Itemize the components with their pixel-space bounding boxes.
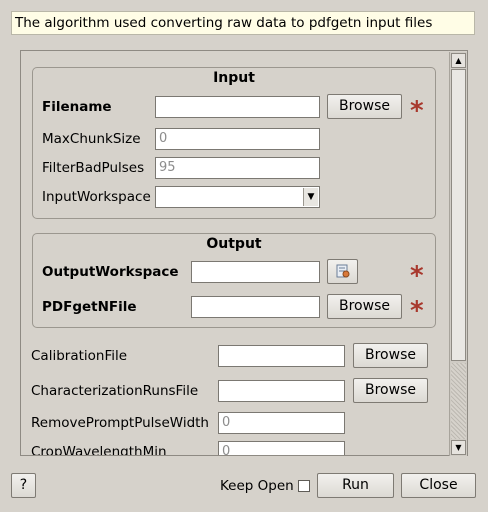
filterbadpulses-input[interactable]: 95 — [155, 157, 320, 179]
arrow-down-icon[interactable]: ▼ — [451, 440, 466, 455]
filterbadpulses-label: FilterBadPulses — [42, 160, 145, 176]
maxchunksize-input[interactable]: 0 — [155, 128, 320, 150]
cropwavelengthmin-input[interactable]: 0 — [218, 441, 345, 455]
filename-input[interactable] — [155, 96, 320, 118]
workspace-icon — [336, 264, 349, 278]
inputworkspace-label: InputWorkspace — [42, 189, 151, 205]
input-group: Input Filename Browse * MaxChunkSize 0 F… — [32, 67, 436, 219]
calibrationfile-browse-button[interactable]: Browse — [353, 343, 428, 368]
filename-browse-button[interactable]: Browse — [327, 94, 402, 119]
characterizationrunsfile-label: CharacterizationRunsFile — [31, 383, 199, 399]
scrollbar-track[interactable] — [451, 363, 466, 439]
vertical-scrollbar[interactable]: ▲ ▼ — [449, 52, 467, 456]
required-asterisk-icon: * — [410, 261, 424, 291]
help-button[interactable]: ? — [11, 473, 36, 498]
output-group-title: Output — [206, 236, 262, 252]
properties-scroll-area: Input Filename Browse * MaxChunkSize 0 F… — [20, 50, 468, 456]
arrow-up-icon[interactable]: ▲ — [451, 53, 466, 68]
scrollbar-thumb[interactable] — [451, 69, 466, 361]
maxchunksize-label: MaxChunkSize — [42, 131, 141, 147]
inputworkspace-combobox[interactable]: ▼ — [155, 186, 320, 208]
keep-open-label: Keep Open — [220, 478, 294, 494]
required-asterisk-icon: * — [410, 296, 424, 326]
required-asterisk-icon: * — [410, 96, 424, 126]
workspace-picker-button[interactable] — [327, 259, 358, 284]
outputworkspace-input[interactable] — [191, 261, 320, 283]
removepromptpulsewidth-input[interactable]: 0 — [218, 412, 345, 434]
characterizationrunsfile-input[interactable] — [218, 380, 345, 402]
cropwavelengthmin-label: CropWavelengthMin — [31, 444, 167, 456]
pdfgetnfile-input[interactable] — [191, 296, 320, 318]
filename-label: Filename — [42, 99, 112, 115]
characterizationrunsfile-browse-button[interactable]: Browse — [353, 378, 428, 403]
pdfgetnfile-browse-button[interactable]: Browse — [327, 294, 402, 319]
removepromptpulsewidth-label: RemovePromptPulseWidth — [31, 415, 209, 431]
input-group-title: Input — [213, 70, 255, 86]
chevron-down-icon[interactable]: ▼ — [303, 188, 318, 206]
outputworkspace-label: OutputWorkspace — [42, 264, 179, 280]
run-button[interactable]: Run — [317, 473, 394, 498]
keep-open-checkbox[interactable] — [298, 480, 310, 492]
close-button[interactable]: Close — [401, 473, 476, 498]
algorithm-description: The algorithm used converting raw data t… — [11, 11, 475, 35]
calibrationfile-input[interactable] — [218, 345, 345, 367]
pdfgetnfile-label: PDFgetNFile — [42, 299, 137, 315]
output-group: Output OutputWorkspace * PDFgetNFile Bro… — [32, 233, 436, 328]
calibrationfile-label: CalibrationFile — [31, 348, 128, 364]
